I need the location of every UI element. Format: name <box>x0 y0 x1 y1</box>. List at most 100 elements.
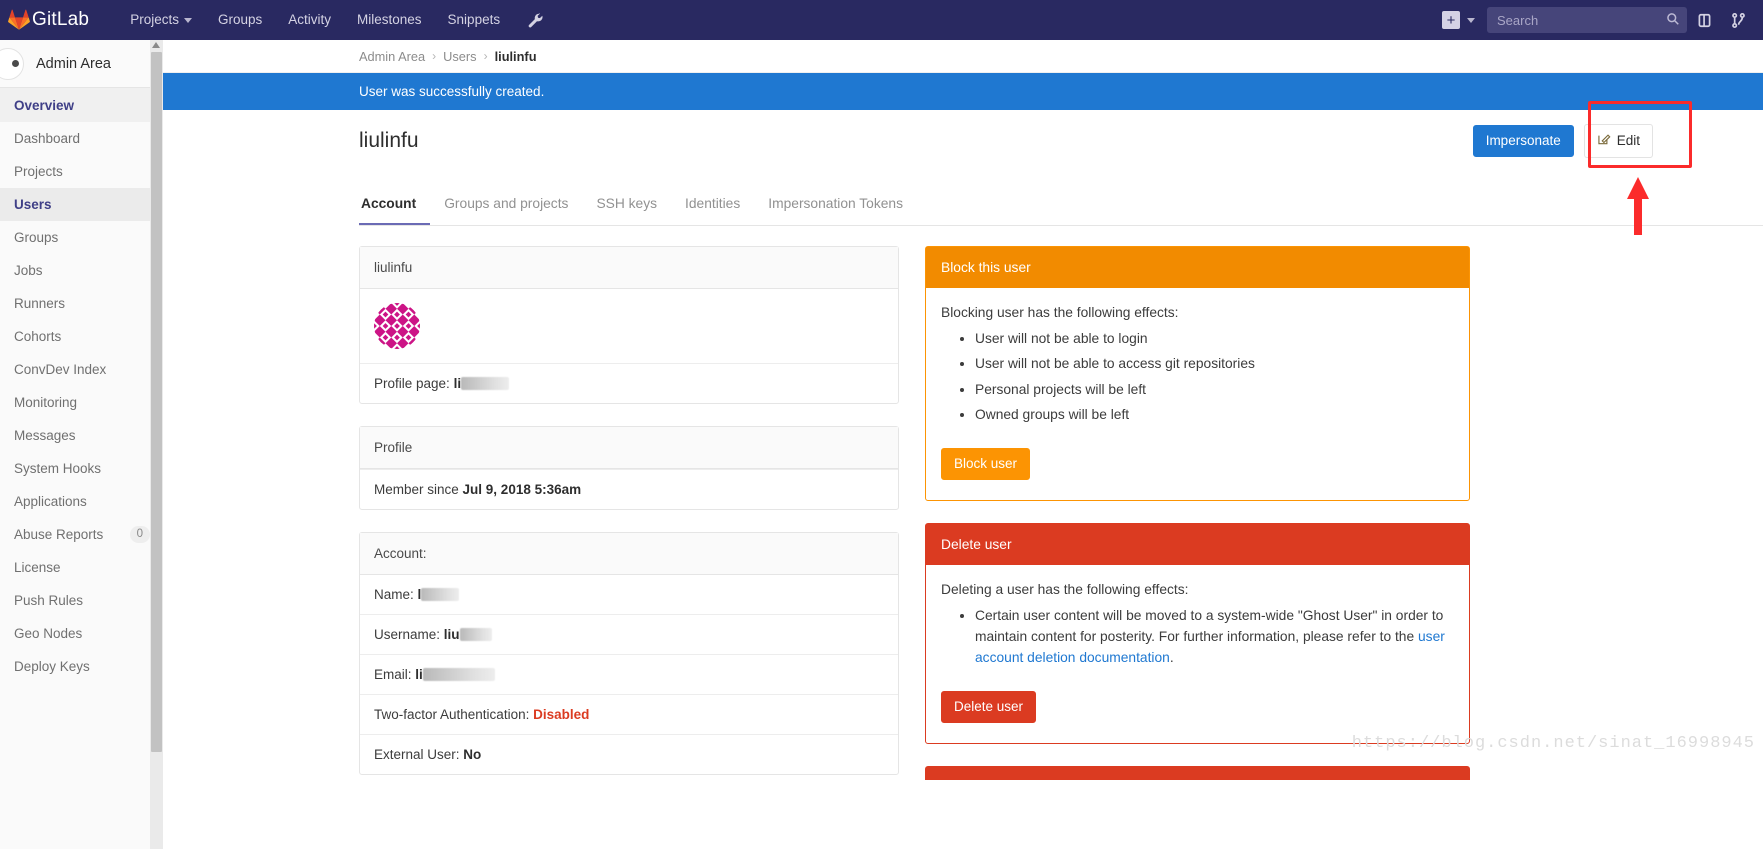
sidebar-item-push-rules[interactable]: Push Rules <box>0 584 162 617</box>
sidebar-item-groups[interactable]: Groups <box>0 221 162 254</box>
sidebar-item-runners[interactable]: Runners <box>0 287 162 320</box>
sidebar-item-abuse-reports[interactable]: Abuse Reports 0 <box>0 518 162 551</box>
admin-sidebar: Admin Area Overview Dashboard Projects User… <box>0 40 163 849</box>
sidebar-item-badge: 0 <box>129 526 150 543</box>
left-column: liulinfu Profile page: li Profile Member… <box>359 246 899 797</box>
sidebar-item-label: Abuse Reports <box>14 527 104 542</box>
sidebar-item-system-hooks[interactable]: System Hooks <box>0 452 162 485</box>
breadcrumb: Admin Area › Users › liulinfu <box>163 40 1763 73</box>
admin-avatar <box>0 47 24 80</box>
account-row-label: Two-factor Authentication: <box>374 707 530 722</box>
delete-with-contributions-panel-strip <box>925 766 1470 780</box>
scrollbar-thumb[interactable] <box>151 52 162 752</box>
sidebar-item-cohorts[interactable]: Cohorts <box>0 320 162 353</box>
tab-identities[interactable]: Identities <box>671 186 754 225</box>
sidebar-item-users[interactable]: Users <box>0 188 162 221</box>
nav-link-snippets[interactable]: Snippets <box>435 0 514 40</box>
nav-link-milestones[interactable]: Milestones <box>344 0 435 40</box>
merge-requests-icon[interactable] <box>1721 0 1755 40</box>
tab-impersonation-tokens[interactable]: Impersonation Tokens <box>754 186 917 225</box>
nav-link-projects[interactable]: Projects <box>117 0 205 40</box>
user-avatar-area <box>360 289 898 363</box>
delete-user-button[interactable]: Delete user <box>941 690 1037 723</box>
search-box[interactable] <box>1487 7 1687 33</box>
main-content: Admin Area › Users › liulinfu User was s… <box>163 40 1763 849</box>
sidebar-item-geo-nodes[interactable]: Geo Nodes <box>0 617 162 650</box>
tab-ssh-keys[interactable]: SSH keys <box>582 186 671 225</box>
member-since-value: Jul 9, 2018 5:36am <box>462 482 582 497</box>
user-card-header: liulinfu <box>360 247 898 289</box>
block-user-button[interactable]: Block user <box>941 447 1031 480</box>
chevron-down-icon <box>183 17 192 23</box>
sidebar-item-label: Messages <box>14 428 76 443</box>
block-effect-item: User will not be able to access git repo… <box>975 353 1454 374</box>
scroll-up-arrow-icon[interactable] <box>152 42 160 48</box>
sidebar-menu: Overview Dashboard Projects Users Groups Jobs… <box>0 88 162 683</box>
nav-link-groups[interactable]: Groups <box>205 0 275 40</box>
account-row: Email: li <box>360 654 898 694</box>
breadcrumb-users[interactable]: Users <box>443 49 476 64</box>
sidebar-item-label: Push Rules <box>14 593 84 608</box>
chevron-down-icon[interactable] <box>1467 17 1475 23</box>
delete-effect-text-after: . <box>1169 650 1174 666</box>
profile-page-row: Profile page: li <box>360 363 898 403</box>
user-tabs: Account Groups and projects SSH keys Identi… <box>359 186 1763 226</box>
breadcrumb-admin-area[interactable]: Admin Area <box>359 49 425 64</box>
sidebar-scrollbar[interactable] <box>150 40 163 849</box>
sidebar-item-label: Runners <box>14 296 66 311</box>
profile-card-header: Profile <box>360 427 898 469</box>
sidebar-item-dashboard[interactable]: Dashboard <box>0 122 162 155</box>
top-navbar: GitLab Projects Groups Activity Mileston… <box>0 0 1763 40</box>
sidebar-item-label: Groups <box>14 230 59 245</box>
delete-effect-item: Certain user content will be moved to a … <box>975 605 1454 669</box>
search-input[interactable] <box>1487 7 1687 33</box>
block-panel-intro: Blocking user has the following effects: <box>941 305 1179 320</box>
account-row: Username: liu <box>360 614 898 654</box>
breadcrumb-separator-icon: › <box>432 49 437 63</box>
sidebar-item-applications[interactable]: Applications <box>0 485 162 518</box>
sidebar-header[interactable]: Admin Area <box>0 40 162 88</box>
sidebar-item-overview[interactable]: Overview <box>0 88 162 122</box>
sidebar-item-monitoring[interactable]: Monitoring <box>0 386 162 419</box>
impersonate-button[interactable]: Impersonate <box>1472 124 1574 158</box>
wrench-icon[interactable] <box>527 12 544 29</box>
sidebar-item-messages[interactable]: Messages <box>0 419 162 452</box>
tab-account[interactable]: Account <box>359 186 431 225</box>
delete-effect-text: Certain user content will be moved to a … <box>975 607 1444 645</box>
account-row-value: Disabled <box>533 707 590 722</box>
member-since-row: Member since Jul 9, 2018 5:36am <box>360 469 898 509</box>
edit-button[interactable]: Edit <box>1583 123 1653 159</box>
redacted-block <box>461 377 510 390</box>
new-item-button[interactable]: + <box>1442 11 1460 29</box>
account-row-value: li <box>415 667 423 682</box>
edit-button-label: Edit <box>1616 132 1640 148</box>
sidebar-item-label: Cohorts <box>14 329 62 344</box>
page-wrapper: liulinfu Impersonate Edit Account Groups… <box>163 100 1763 797</box>
issues-icon[interactable] <box>1687 0 1721 40</box>
account-row-value: liu <box>443 627 460 642</box>
account-row-value: No <box>463 747 482 762</box>
nav-link-activity[interactable]: Activity <box>275 0 344 40</box>
account-row-label: Name: <box>374 587 414 602</box>
sidebar-item-license[interactable]: License <box>0 551 162 584</box>
sidebar-title: Admin Area <box>36 55 111 72</box>
sidebar-item-label: Monitoring <box>14 395 78 410</box>
delete-panel-body: Deleting a user has the following effect… <box>926 565 1469 743</box>
sidebar-item-convdev-index[interactable]: ConvDev Index <box>0 353 162 386</box>
sidebar-item-deploy-keys[interactable]: Deploy Keys <box>0 650 162 683</box>
gitlab-logo-link[interactable]: GitLab <box>0 9 117 31</box>
flash-success-message: User was successfully created. <box>163 73 1763 110</box>
sidebar-item-jobs[interactable]: Jobs <box>0 254 162 287</box>
sidebar-item-label: License <box>14 560 61 575</box>
block-effect-item: Owned groups will be left <box>975 404 1454 425</box>
account-row: Two-factor Authentication: Disabled <box>360 694 898 734</box>
profile-page-value[interactable]: li <box>454 376 462 391</box>
sidebar-item-projects[interactable]: Projects <box>0 155 162 188</box>
right-column: Block this user Blocking user has the fo… <box>925 246 1470 797</box>
primary-nav: Projects Groups Activity Milestones Snip… <box>117 0 544 40</box>
user-card: liulinfu Profile page: li <box>359 246 899 404</box>
nav-link-projects-label: Projects <box>130 12 179 27</box>
sidebar-item-label: System Hooks <box>14 461 102 476</box>
tab-groups-and-projects[interactable]: Groups and projects <box>430 186 582 225</box>
account-card-header: Account: <box>360 533 898 575</box>
